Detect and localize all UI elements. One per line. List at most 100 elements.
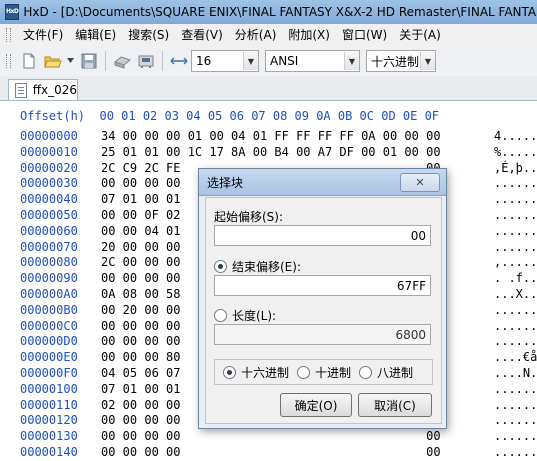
ascii-row[interactable]: ,.......	[494, 255, 537, 271]
ascii-row[interactable]: ........	[494, 382, 537, 398]
disk-editor-icon[interactable]	[112, 51, 132, 71]
ascii-row[interactable]: ....€å..	[494, 350, 537, 366]
toolbar-separator	[105, 51, 106, 71]
select-block-dialog: 选择块 ✕ 起始偏移(S): 00 结束偏移(E): 67FF 长度(L): 6…	[198, 168, 447, 429]
length-radio[interactable]	[214, 309, 227, 322]
tab-label: ffx_026	[32, 83, 77, 97]
base-hex-label: 十六进制	[241, 365, 290, 380]
ascii-row[interactable]: ........	[494, 240, 537, 256]
offset-cell: 00000000	[20, 129, 78, 143]
new-file-icon[interactable]	[19, 51, 39, 71]
ram-editor-icon[interactable]	[136, 51, 156, 71]
ascii-row[interactable]: ,É,þ....	[494, 161, 537, 177]
base-oct-radio[interactable]	[359, 365, 373, 379]
ascii-row[interactable]: ........	[494, 413, 537, 429]
length-label: 长度(L):	[232, 309, 277, 323]
end-offset-option[interactable]: 结束偏移(E):	[214, 258, 301, 275]
ascii-row[interactable]: .......Á	[494, 334, 537, 350]
bytes-per-row-icon	[169, 51, 189, 71]
offset-cell: 00000020	[20, 160, 78, 175]
charset-value: ANSI	[270, 54, 299, 68]
end-offset-radio[interactable]	[214, 260, 227, 273]
offset-cell: 00000110	[20, 397, 78, 412]
ascii-row[interactable]: ........	[494, 429, 537, 445]
chevron-down-icon: ▼	[344, 52, 359, 70]
cancel-button[interactable]: 取消(C)	[358, 393, 432, 417]
ascii-column[interactable]: 4.......%.......,É,þ..................J.…	[494, 129, 537, 461]
app-icon: HxD	[5, 4, 20, 20]
ascii-row[interactable]: . .f....	[494, 271, 537, 287]
base-dec-label: 十进制	[315, 365, 352, 380]
tab-ffx-026[interactable]: ffx_026	[8, 79, 78, 100]
offset-base-value: 十六进制	[371, 54, 420, 69]
offset-cell: 00000010	[20, 144, 78, 159]
ascii-row[interactable]: ......J.	[494, 192, 537, 208]
offset-cell: 00000080	[20, 255, 78, 270]
toolbar-grip	[6, 54, 11, 68]
end-offset-field[interactable]: 67FF	[214, 275, 431, 296]
base-hex-radio[interactable]	[223, 365, 236, 379]
toolbar: 16 ▼ ANSI ▼ 十六进制 ▼	[0, 46, 537, 77]
charset-select[interactable]: ANSI ▼	[265, 50, 360, 72]
offset-cell: 00000130	[20, 429, 78, 444]
close-icon[interactable]: ✕	[400, 173, 440, 192]
menu-about[interactable]: 关于(A)	[393, 24, 447, 46]
offset-cell: 000000E0	[20, 350, 78, 365]
offset-cell: 000000A0	[20, 286, 78, 301]
ascii-row[interactable]: ...X....	[494, 287, 537, 303]
dialog-title: 选择块	[207, 175, 244, 190]
ascii-row[interactable]: 4.......	[494, 129, 537, 145]
title-bar: HxD HxD - [D:\Documents\SQUARE ENIX\FINA…	[0, 0, 537, 24]
offset-cell: 00000040	[20, 192, 78, 207]
offset-cell: 00000030	[20, 176, 78, 191]
menu-file[interactable]: 文件(F)	[17, 24, 69, 46]
menu-extras[interactable]: 附加(X)	[282, 24, 336, 46]
hex-column-header: Offset(h) 00 01 02 03 04 05 06 07 08 09 …	[20, 109, 440, 123]
offset-cell: 000000F0	[20, 365, 78, 380]
window-title: HxD - [D:\Documents\SQUARE ENIX\FINAL FA…	[23, 5, 537, 19]
menu-analysis[interactable]: 分析(A)	[229, 24, 283, 46]
menu-window[interactable]: 窗口(W)	[336, 24, 393, 46]
base-hex-option[interactable]: 十六进制	[223, 364, 289, 381]
ascii-row[interactable]: ....N...	[494, 366, 537, 382]
hex-row[interactable]: 34 00 00 00 01 00 04 01 FF FF FF FF 0A 0…	[101, 129, 441, 145]
offset-cell: 000000B0	[20, 302, 78, 317]
offset-cell: 000000D0	[20, 334, 78, 349]
end-offset-label: 结束偏移(E):	[232, 260, 301, 274]
offset-column: 00000000 00000010 00000020 00000030 00000040…	[20, 129, 78, 461]
tab-strip: ffx_026	[0, 76, 537, 101]
ascii-row[interactable]: ........	[494, 303, 537, 319]
hex-row[interactable]: 25 01 01 00 1C 17 8A 00 B4 00 A7 DF 00 0…	[101, 145, 441, 161]
menu-search[interactable]: 搜索(S)	[122, 24, 175, 46]
ascii-row[interactable]: ........	[494, 224, 537, 240]
offset-cell: 00000100	[20, 381, 78, 396]
ascii-row[interactable]: %.......	[494, 145, 537, 161]
bytes-per-row-select[interactable]: 16 ▼	[191, 50, 259, 72]
ascii-row[interactable]: ........	[494, 319, 537, 335]
ascii-row[interactable]: ........	[494, 398, 537, 414]
open-file-icon[interactable]	[43, 51, 63, 71]
length-field[interactable]: 6800	[214, 324, 431, 345]
open-dropdown-icon[interactable]	[67, 51, 75, 71]
ascii-row[interactable]: ........	[494, 445, 537, 461]
start-offset-field[interactable]: 00	[214, 225, 431, 246]
base-oct-option[interactable]: 八进制	[359, 364, 413, 381]
hex-row[interactable]: 00 00 00 00 00	[101, 429, 441, 445]
chevron-down-icon: ▼	[243, 52, 258, 70]
hex-row[interactable]: 00 00 00 00 00	[101, 445, 441, 461]
base-dec-option[interactable]: 十进制	[297, 364, 351, 381]
base-dec-radio[interactable]	[297, 365, 311, 379]
ascii-row[interactable]: ........	[494, 208, 537, 224]
offset-base-select[interactable]: 十六进制 ▼	[366, 50, 436, 72]
menu-view[interactable]: 查看(V)	[175, 24, 229, 46]
offset-cell: 00000070	[20, 239, 78, 254]
length-option[interactable]: 长度(L):	[214, 307, 276, 324]
offset-cell: 00000120	[20, 413, 78, 428]
ok-button[interactable]: 确定(O)	[280, 393, 352, 417]
ascii-row[interactable]: ........	[494, 176, 537, 192]
save-icon[interactable]	[79, 51, 99, 71]
menu-edit[interactable]: 编辑(E)	[69, 24, 122, 46]
chevron-down-icon: ▼	[420, 52, 435, 70]
offset-cell: 00000060	[20, 223, 78, 238]
toolbar-separator	[162, 51, 163, 71]
